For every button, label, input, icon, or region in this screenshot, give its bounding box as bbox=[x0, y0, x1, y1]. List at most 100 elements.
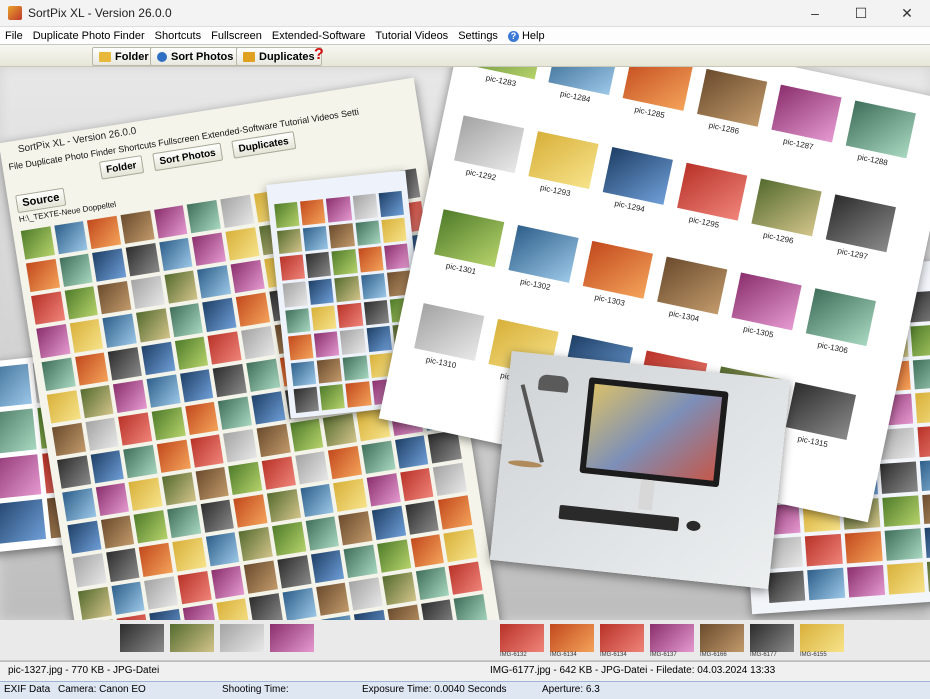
thumb[interactable] bbox=[210, 565, 245, 599]
help-question-icon[interactable]: ? bbox=[314, 46, 324, 64]
thumb[interactable] bbox=[415, 566, 450, 600]
thumb[interactable] bbox=[305, 516, 340, 551]
thumb[interactable] bbox=[41, 357, 76, 391]
thumb[interactable] bbox=[161, 472, 196, 506]
menu-settings[interactable]: Settings bbox=[453, 30, 503, 42]
thumb[interactable] bbox=[197, 265, 232, 299]
thumb[interactable] bbox=[128, 477, 163, 512]
front-thumb[interactable] bbox=[454, 115, 525, 174]
thumb[interactable] bbox=[453, 593, 488, 620]
thumb[interactable] bbox=[251, 391, 286, 425]
thumb[interactable] bbox=[383, 243, 410, 270]
thumb[interactable] bbox=[293, 387, 320, 414]
thumb[interactable] bbox=[294, 451, 329, 485]
thumb[interactable] bbox=[0, 363, 32, 410]
thumb[interactable] bbox=[182, 603, 217, 620]
thumb[interactable] bbox=[338, 511, 373, 545]
thumb[interactable] bbox=[230, 260, 265, 294]
thumb[interactable] bbox=[917, 424, 930, 458]
front-thumb[interactable] bbox=[677, 162, 748, 221]
thumb[interactable] bbox=[54, 221, 88, 255]
strip-thumb[interactable] bbox=[600, 624, 644, 652]
thumb[interactable] bbox=[69, 319, 104, 353]
front-thumb[interactable] bbox=[548, 67, 619, 96]
thumb[interactable] bbox=[240, 325, 275, 360]
thumb[interactable] bbox=[225, 227, 260, 261]
thumb[interactable] bbox=[202, 298, 237, 332]
thumb[interactable] bbox=[399, 468, 434, 502]
folder-button[interactable]: Folder bbox=[92, 47, 156, 66]
menu-shortcuts[interactable]: Shortcuts bbox=[150, 30, 206, 42]
thumb[interactable] bbox=[220, 194, 255, 229]
thumb[interactable] bbox=[141, 341, 176, 375]
strip-thumb[interactable] bbox=[700, 624, 744, 652]
thumb[interactable] bbox=[87, 215, 122, 250]
strip-thumb[interactable] bbox=[650, 624, 694, 652]
thumb[interactable] bbox=[235, 292, 270, 327]
thumb[interactable] bbox=[433, 462, 468, 497]
thumb[interactable] bbox=[59, 253, 94, 288]
thumb[interactable] bbox=[371, 506, 406, 540]
strip-thumb[interactable] bbox=[120, 624, 164, 652]
front-thumb[interactable] bbox=[622, 67, 693, 111]
minimize-button[interactable]: – bbox=[792, 0, 838, 26]
thumb[interactable] bbox=[97, 281, 132, 315]
thumb[interactable] bbox=[382, 571, 417, 606]
inner-folder-button[interactable]: Folder bbox=[98, 155, 144, 180]
thumb[interactable] bbox=[884, 528, 923, 561]
thumb[interactable] bbox=[36, 324, 71, 358]
duplicates-button[interactable]: Duplicates bbox=[236, 47, 322, 66]
thumb[interactable] bbox=[844, 531, 883, 564]
thumb[interactable] bbox=[919, 458, 930, 491]
thumb[interactable] bbox=[228, 461, 263, 496]
thumb[interactable] bbox=[179, 368, 214, 403]
thumb[interactable] bbox=[125, 243, 160, 277]
front-thumb[interactable] bbox=[434, 209, 505, 268]
thumb[interactable] bbox=[215, 598, 250, 620]
thumb[interactable] bbox=[25, 259, 60, 293]
close-button[interactable]: ✕ bbox=[884, 0, 930, 26]
thumb[interactable] bbox=[305, 252, 332, 278]
thumb[interactable] bbox=[345, 381, 372, 408]
thumb[interactable] bbox=[316, 357, 343, 384]
thumb[interactable] bbox=[90, 450, 125, 484]
thumb[interactable] bbox=[172, 537, 207, 572]
thumb[interactable] bbox=[331, 249, 358, 276]
front-thumb[interactable] bbox=[845, 100, 916, 159]
thumb[interactable] bbox=[0, 453, 41, 500]
thumb[interactable] bbox=[807, 568, 846, 601]
maximize-button[interactable]: ☐ bbox=[838, 0, 884, 26]
thumb[interactable] bbox=[57, 455, 91, 489]
front-thumb[interactable] bbox=[825, 194, 896, 253]
thumb[interactable] bbox=[139, 543, 173, 577]
strip-thumb[interactable] bbox=[800, 624, 844, 652]
thumb[interactable] bbox=[319, 384, 346, 411]
thumb[interactable] bbox=[158, 237, 193, 272]
thumb[interactable] bbox=[290, 360, 317, 387]
thumb[interactable] bbox=[118, 412, 153, 446]
thumb[interactable] bbox=[200, 499, 235, 534]
thumb[interactable] bbox=[174, 336, 209, 370]
front-thumb[interactable] bbox=[751, 178, 822, 237]
thumb[interactable] bbox=[67, 520, 102, 555]
thumb[interactable] bbox=[311, 304, 337, 331]
thumb[interactable] bbox=[340, 328, 366, 355]
thumb[interactable] bbox=[289, 418, 324, 452]
thumb[interactable] bbox=[113, 379, 148, 413]
thumb[interactable] bbox=[302, 225, 329, 252]
thumb[interactable] bbox=[410, 533, 445, 568]
thumb[interactable] bbox=[337, 302, 363, 329]
thumb[interactable] bbox=[288, 334, 314, 361]
sort-photos-button[interactable]: Sort Photos bbox=[150, 47, 241, 66]
thumb[interactable] bbox=[111, 581, 145, 615]
strip-thumb[interactable] bbox=[550, 624, 594, 652]
thumb[interactable] bbox=[308, 278, 335, 305]
thumb[interactable] bbox=[300, 484, 335, 518]
front-thumb[interactable] bbox=[602, 146, 673, 205]
thumb[interactable] bbox=[366, 325, 392, 352]
thumb[interactable] bbox=[205, 532, 240, 566]
thumb[interactable] bbox=[767, 570, 806, 604]
thumb[interactable] bbox=[348, 576, 383, 611]
thumb[interactable] bbox=[256, 423, 291, 458]
thumb[interactable] bbox=[31, 291, 65, 326]
